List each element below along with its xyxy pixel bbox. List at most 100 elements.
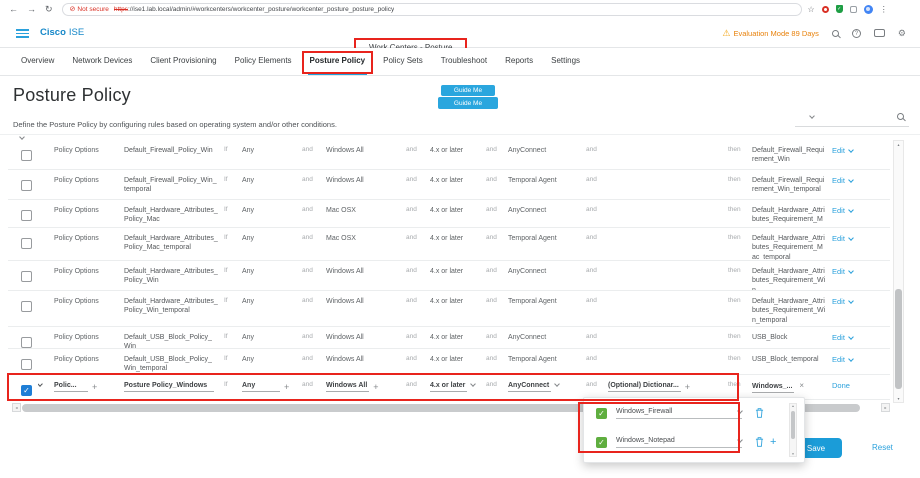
edit-os-field[interactable]: Windows All [326, 381, 369, 392]
requirement-select[interactable]: Windows_Notepad [616, 437, 742, 448]
tab-network-devices[interactable]: Network Devices [63, 48, 141, 75]
row-requirement[interactable]: Default_Firewall_Requirement_Win_tempora… [752, 170, 832, 199]
row-identity-group[interactable]: Any [242, 261, 302, 290]
row-requirement[interactable]: Default_Firewall_Requirement_Win [752, 140, 832, 169]
row-requirement[interactable]: Default_Hardware_Attributes_Requirement_… [752, 228, 832, 260]
close-icon[interactable]: × [799, 381, 804, 390]
row-posture-type[interactable]: AnyConnect [508, 261, 586, 290]
row-status[interactable]: Policy Options [54, 170, 124, 199]
row-identity-group[interactable]: Any [242, 349, 302, 374]
profile-avatar[interactable] [864, 5, 873, 14]
row-checkbox-checked[interactable]: ✓ [21, 385, 32, 396]
popup-scrollbar[interactable]: ▴ ▾ [789, 403, 797, 457]
edit-button[interactable]: Edit [832, 267, 845, 276]
row-requirement[interactable]: Default_Hardware_Attributes_Requirement_… [752, 291, 832, 326]
edit-posture-type-field[interactable]: AnyConnect [508, 381, 551, 392]
add-requirement-icon[interactable]: + [770, 436, 776, 448]
row-identity-group[interactable]: Any [242, 140, 302, 169]
row-posture-type[interactable]: Temporal Agent [508, 170, 586, 199]
row-posture-type[interactable]: Temporal Agent [508, 291, 586, 326]
row-operating-system[interactable]: Windows All [326, 291, 406, 326]
add-identity-icon[interactable]: + [284, 382, 289, 392]
popup-scroll-thumb[interactable] [791, 411, 795, 439]
scroll-down-icon[interactable]: ▾ [894, 396, 903, 401]
row-operating-system[interactable]: Windows All [326, 261, 406, 290]
row-identity-group[interactable]: Any [242, 200, 302, 227]
back-icon[interactable]: ← [9, 0, 18, 18]
row-status[interactable]: Policy Options [54, 140, 124, 169]
posture-chevron-icon[interactable] [554, 381, 560, 387]
scroll-up-icon[interactable]: ▴ [790, 404, 796, 408]
row-requirement[interactable]: Default_Hardware_Attributes_Requirement_… [752, 200, 832, 227]
tab-reports[interactable]: Reports [496, 48, 542, 75]
row-identity-group[interactable]: Any [242, 291, 302, 326]
row-operating-system[interactable]: Mac OSX [326, 200, 406, 227]
forward-icon[interactable]: → [27, 0, 36, 18]
edit-compliance-field[interactable]: 4.x or later [430, 381, 467, 392]
edit-button[interactable]: Edit [832, 355, 845, 364]
done-button[interactable]: Done [832, 381, 850, 390]
edit-button[interactable]: Edit [832, 146, 845, 155]
row-posture-type[interactable]: AnyConnect [508, 327, 586, 348]
edit-button[interactable]: Edit [832, 333, 845, 342]
table-vertical-scrollbar[interactable]: ▴ ▾ [893, 140, 904, 403]
row-rule-name[interactable]: Default_USB_Block_Policy_Win_temporal [124, 349, 224, 374]
row-status[interactable]: Policy Options [54, 261, 124, 290]
edit-requirement-field[interactable]: Windows_... [752, 382, 794, 393]
search-icon[interactable] [832, 30, 839, 37]
row-checkbox[interactable] [21, 359, 32, 370]
row-rule-name[interactable]: Default_Hardware_Attributes_Policy_Win [124, 261, 224, 290]
row-status[interactable]: Policy Options [54, 200, 124, 227]
edit-chevron-icon[interactable] [848, 268, 854, 274]
row-compliance-module[interactable]: 4.x or later [430, 291, 486, 326]
expand-chevron-icon[interactable] [38, 381, 43, 387]
row-status[interactable]: Policy Options [54, 228, 124, 260]
scroll-up-icon[interactable]: ▴ [894, 142, 903, 147]
edit-button[interactable]: Edit [832, 176, 845, 185]
add-status-icon[interactable]: + [92, 382, 97, 392]
row-checkbox[interactable] [21, 150, 32, 161]
trash-icon[interactable] [755, 437, 764, 447]
requirement-checkbox[interactable]: ✓ [596, 408, 607, 419]
edit-identity-field[interactable]: Any [242, 381, 280, 392]
guide-me-button[interactable]: Guide Me [437, 96, 499, 110]
row-operating-system[interactable]: Windows All [326, 140, 406, 169]
row-identity-group[interactable]: Any [242, 228, 302, 260]
row-rule-name[interactable]: Default_Firewall_Policy_Win [124, 140, 224, 169]
select-chevron-icon[interactable] [737, 408, 743, 414]
row-compliance-module[interactable]: 4.x or later [430, 228, 486, 260]
row-compliance-module[interactable]: 4.x or later [430, 170, 486, 199]
table-search-icon[interactable] [897, 113, 904, 120]
collapse-all-chevron-icon[interactable] [19, 134, 25, 140]
tab-settings[interactable]: Settings [542, 48, 589, 75]
scroll-left-icon[interactable]: ◂ [12, 403, 21, 412]
row-operating-system[interactable]: Windows All [326, 327, 406, 348]
row-rule-name[interactable]: Default_Hardware_Attributes_Policy_Win_t… [124, 291, 224, 326]
edit-chevron-icon[interactable] [848, 356, 854, 362]
row-compliance-module[interactable]: 4.x or later [430, 140, 486, 169]
filter-input[interactable] [795, 126, 909, 127]
row-compliance-module[interactable]: 4.x or later [430, 327, 486, 348]
tab-overview[interactable]: Overview [12, 48, 63, 75]
row-checkbox[interactable] [21, 238, 32, 249]
reset-button[interactable]: Reset [872, 443, 893, 452]
edit-status-field[interactable]: Polic... [54, 381, 88, 392]
edit-chevron-icon[interactable] [848, 177, 854, 183]
edit-chevron-icon[interactable] [848, 235, 854, 241]
row-posture-type[interactable]: Temporal Agent [508, 228, 586, 260]
row-rule-name[interactable]: Default_Hardware_Attributes_Policy_Mac_t… [124, 228, 224, 260]
select-chevron-icon[interactable] [737, 437, 743, 443]
brand-logo[interactable]: CiscoISE [40, 27, 84, 38]
edit-chevron-icon[interactable] [848, 334, 854, 340]
tab-troubleshoot[interactable]: Troubleshoot [432, 48, 496, 75]
bookmark-star-icon[interactable]: ☆ [808, 5, 815, 14]
row-operating-system[interactable]: Mac OSX [326, 228, 406, 260]
filter-chevron-down-icon[interactable] [809, 113, 815, 119]
vscroll-thumb[interactable] [895, 289, 902, 389]
extensions-icon[interactable] [850, 6, 857, 13]
row-status[interactable]: Policy Options [54, 327, 124, 348]
extension-shield-icon[interactable]: ✓ [836, 5, 843, 13]
edit-chevron-icon[interactable] [848, 207, 854, 213]
feedback-icon[interactable] [874, 29, 885, 37]
row-posture-type[interactable]: Temporal Agent [508, 349, 586, 374]
